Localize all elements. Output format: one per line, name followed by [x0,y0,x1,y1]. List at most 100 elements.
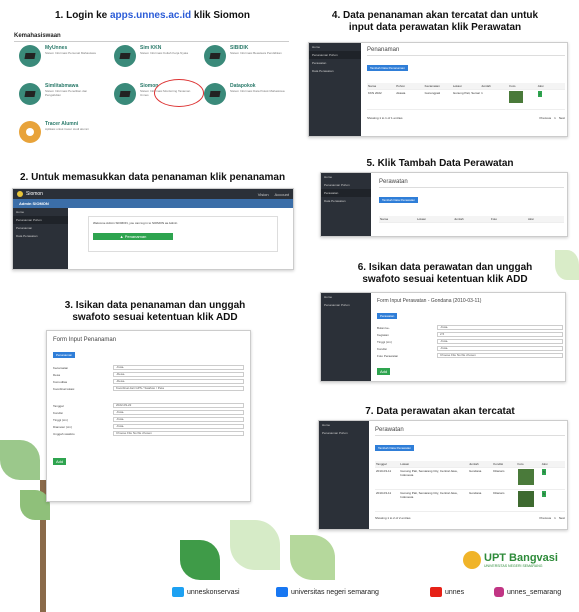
tree-photo [517,469,534,485]
menu-home[interactable]: Home [319,421,369,429]
instagram-icon [494,587,504,597]
step6-heading: 6. Isikan data perawatan dan unggah swafo… [357,262,533,285]
siomon-logo-icon [17,191,23,197]
add-button[interactable]: Add [53,458,67,465]
perawatan-list-shot: Home Penanaman Pohon Perawatan Data Pera… [320,172,568,237]
instagram-link[interactable]: unnes_semarang [494,587,561,597]
app-simkkn[interactable]: Sim KKN Sistem Informasi Kuliah Kerja Nya… [114,45,199,67]
komoditas-select[interactable]: -Desa- [113,379,244,384]
kegiatan-select[interactable]: 2.5 [437,332,563,337]
desa-select[interactable]: -Desa- [113,372,244,377]
edit-action[interactable]: ✎ [541,469,547,475]
menu-data-perawatan[interactable]: Data Perawatan [13,232,68,240]
nav-account[interactable]: Account [275,192,289,197]
facebook-icon [276,587,288,597]
perawatan-result-shot: Home Penanaman Pohon Perawatan Tambah Da… [318,420,568,530]
nav-vision[interactable]: Vision [258,192,269,197]
tinggi-select[interactable]: -Kota- [113,417,244,422]
brand: Siomon [26,191,43,197]
bangvasi-logo-icon [463,551,481,569]
step3-heading: 3. Isikan data penanaman dan unggah swafo… [64,300,246,323]
step7-heading: 7. Data perawatan akan tercatat [365,406,515,417]
form-title: Form Input Penanaman [53,337,117,343]
edit-action[interactable]: ✎ [541,491,547,497]
table-row: 2010-03-11 Gunung Pati, Semarang City, Ce… [375,468,565,490]
penanaman-tab[interactable]: Penanaman [53,352,76,358]
step1-heading: 1. Login ke apps.unnes.ac.id klik Siomon [54,10,251,21]
menu-perawatan[interactable]: Perawatan [309,59,361,67]
table-row: 2010-03-11 Gunung Pati, Semarang City, Ce… [375,490,565,512]
graduation-cap-icon [204,45,226,67]
graduation-cap-icon [19,83,41,105]
login-portal-shot: Kemahasiswaan MyUnnes Sistem Informasi Pe… [14,33,289,153]
highlight-circle [154,79,204,107]
app-simlitabmawa[interactable]: Simlitabmawa Sistem Informasi Penelitian … [19,83,104,105]
diameter-select[interactable]: -Kota- [113,424,244,429]
facebook-link[interactable]: universitas negeri semarang [276,587,379,597]
menu-data-perawatan[interactable]: Data Perawatan [321,197,371,205]
section-title: Kemahasiswaan [14,33,61,39]
step2-heading: 2. Untuk memasukkan data penanaman klik … [19,172,286,183]
menu-home[interactable]: Home [321,293,371,301]
twitter-link[interactable]: unneskonservasi [172,587,240,597]
foto-file-input[interactable]: Choose File No file chosen [437,353,563,358]
menu-perawatan[interactable]: Perawatan [321,189,371,197]
menu-penanaman[interactable]: Penanaman [13,224,68,232]
tree-photo [517,491,534,507]
pager-next[interactable]: Next [559,116,565,120]
app-myunnes[interactable]: MyUnnes Sistem Informasi Personal Mahasis… [19,45,104,67]
bulan-select[interactable]: -Kota- [437,325,563,330]
step5-heading: 5. Klik Tambah Data Perawatan [366,158,514,169]
kondisi-select[interactable]: -Kota- [437,346,563,351]
add-button[interactable]: Add [377,368,391,375]
tambah-perawatan-button[interactable]: Tambah Data Perawatan [379,197,419,203]
form-perawatan-shot: Home Penanaman Pohon Form Input Perawata… [320,292,566,382]
menu-data-perawatan[interactable]: Data Perawatan [309,67,361,75]
pager-prev[interactable]: Previous [539,116,551,120]
pager-next[interactable]: Next [559,516,565,520]
youtube-icon [430,587,442,597]
graduation-cap-icon [114,83,136,105]
perawatan-tab[interactable]: Perawatan [377,313,398,319]
tambah-penanaman-button[interactable]: Tambah Data Penanaman [367,65,408,71]
pager-prev[interactable]: Previous [539,516,551,520]
app-datapokok[interactable]: Datapokok Sistem Informasi Data Pokok Mah… [204,83,289,105]
tree-photo [509,91,524,103]
upt-logo: UPT Bangvasi UNIVERSITAS NEGERI SEMARANG [463,548,577,572]
menu-penanaman-pohon[interactable]: Penanaman Pohon [321,181,371,189]
step4-heading: 4. Data penanaman akan tercatat dan untu… [331,10,539,33]
kecamatan-select[interactable]: -Kota- [113,365,244,370]
page-title: Perawatan [379,179,564,188]
apps-link[interactable]: apps.unnes.ac.id [110,10,191,21]
swafoto-file-input[interactable]: Choose File No file chosen [113,431,244,436]
user-name: Admin SIOMON [19,201,49,206]
user-icon [19,121,41,143]
graduation-cap-icon [19,45,41,67]
app-sibidik[interactable]: SIBIDIK Sistem Informasi Beasiswa Pendidi… [204,45,289,67]
kondisi-select[interactable]: -Kota- [113,410,244,415]
tambah-perawatan-button[interactable]: Tambah Data Perawatan [375,445,415,451]
menu-penanaman-pohon[interactable]: Penanaman Pohon [319,429,369,437]
welcome-text: Welcome Admin SIOMON, you can log in to … [93,221,178,225]
menu-home[interactable]: Home [13,208,68,216]
menu-penanaman-pohon[interactable]: Penanaman Pohon [13,216,68,224]
pager-1[interactable]: 1 [554,116,556,120]
youtube-link[interactable]: unnes [430,587,464,597]
menu-home[interactable]: Home [309,43,361,51]
menu-home[interactable]: Home [321,173,371,181]
app-tracer-alumni[interactable]: Tracer Alumni Aplikasi untuk tracer studi… [19,121,104,143]
twitter-icon [172,587,184,597]
tinggi-select[interactable]: -Kota- [437,339,563,344]
decor-tree-center [170,520,370,612]
tanggal-input[interactable]: 2022-09-22 [113,403,244,408]
menu-penanaman-pohon[interactable]: Penanaman Pohon [309,51,361,59]
page-title: Perawatan [375,427,565,436]
dashboard-shot: Siomon Vision Account Admin SIOMON Home … [12,188,294,270]
menu-penanaman-pohon[interactable]: Penanaman Pohon [321,301,371,309]
pager-1[interactable]: 1 [554,516,556,520]
koordinat-input[interactable]: Koordinat dari GPS / Swafoto / Peta [113,386,244,391]
penanaman-button[interactable]: ▲ Penanaman [93,233,173,240]
graduation-cap-icon [114,45,136,67]
table-row: KKN 2022 Akasia Gunungpati Gunung Pati, Sem… [367,90,565,110]
perawatan-action[interactable]: ✓ [537,91,543,97]
